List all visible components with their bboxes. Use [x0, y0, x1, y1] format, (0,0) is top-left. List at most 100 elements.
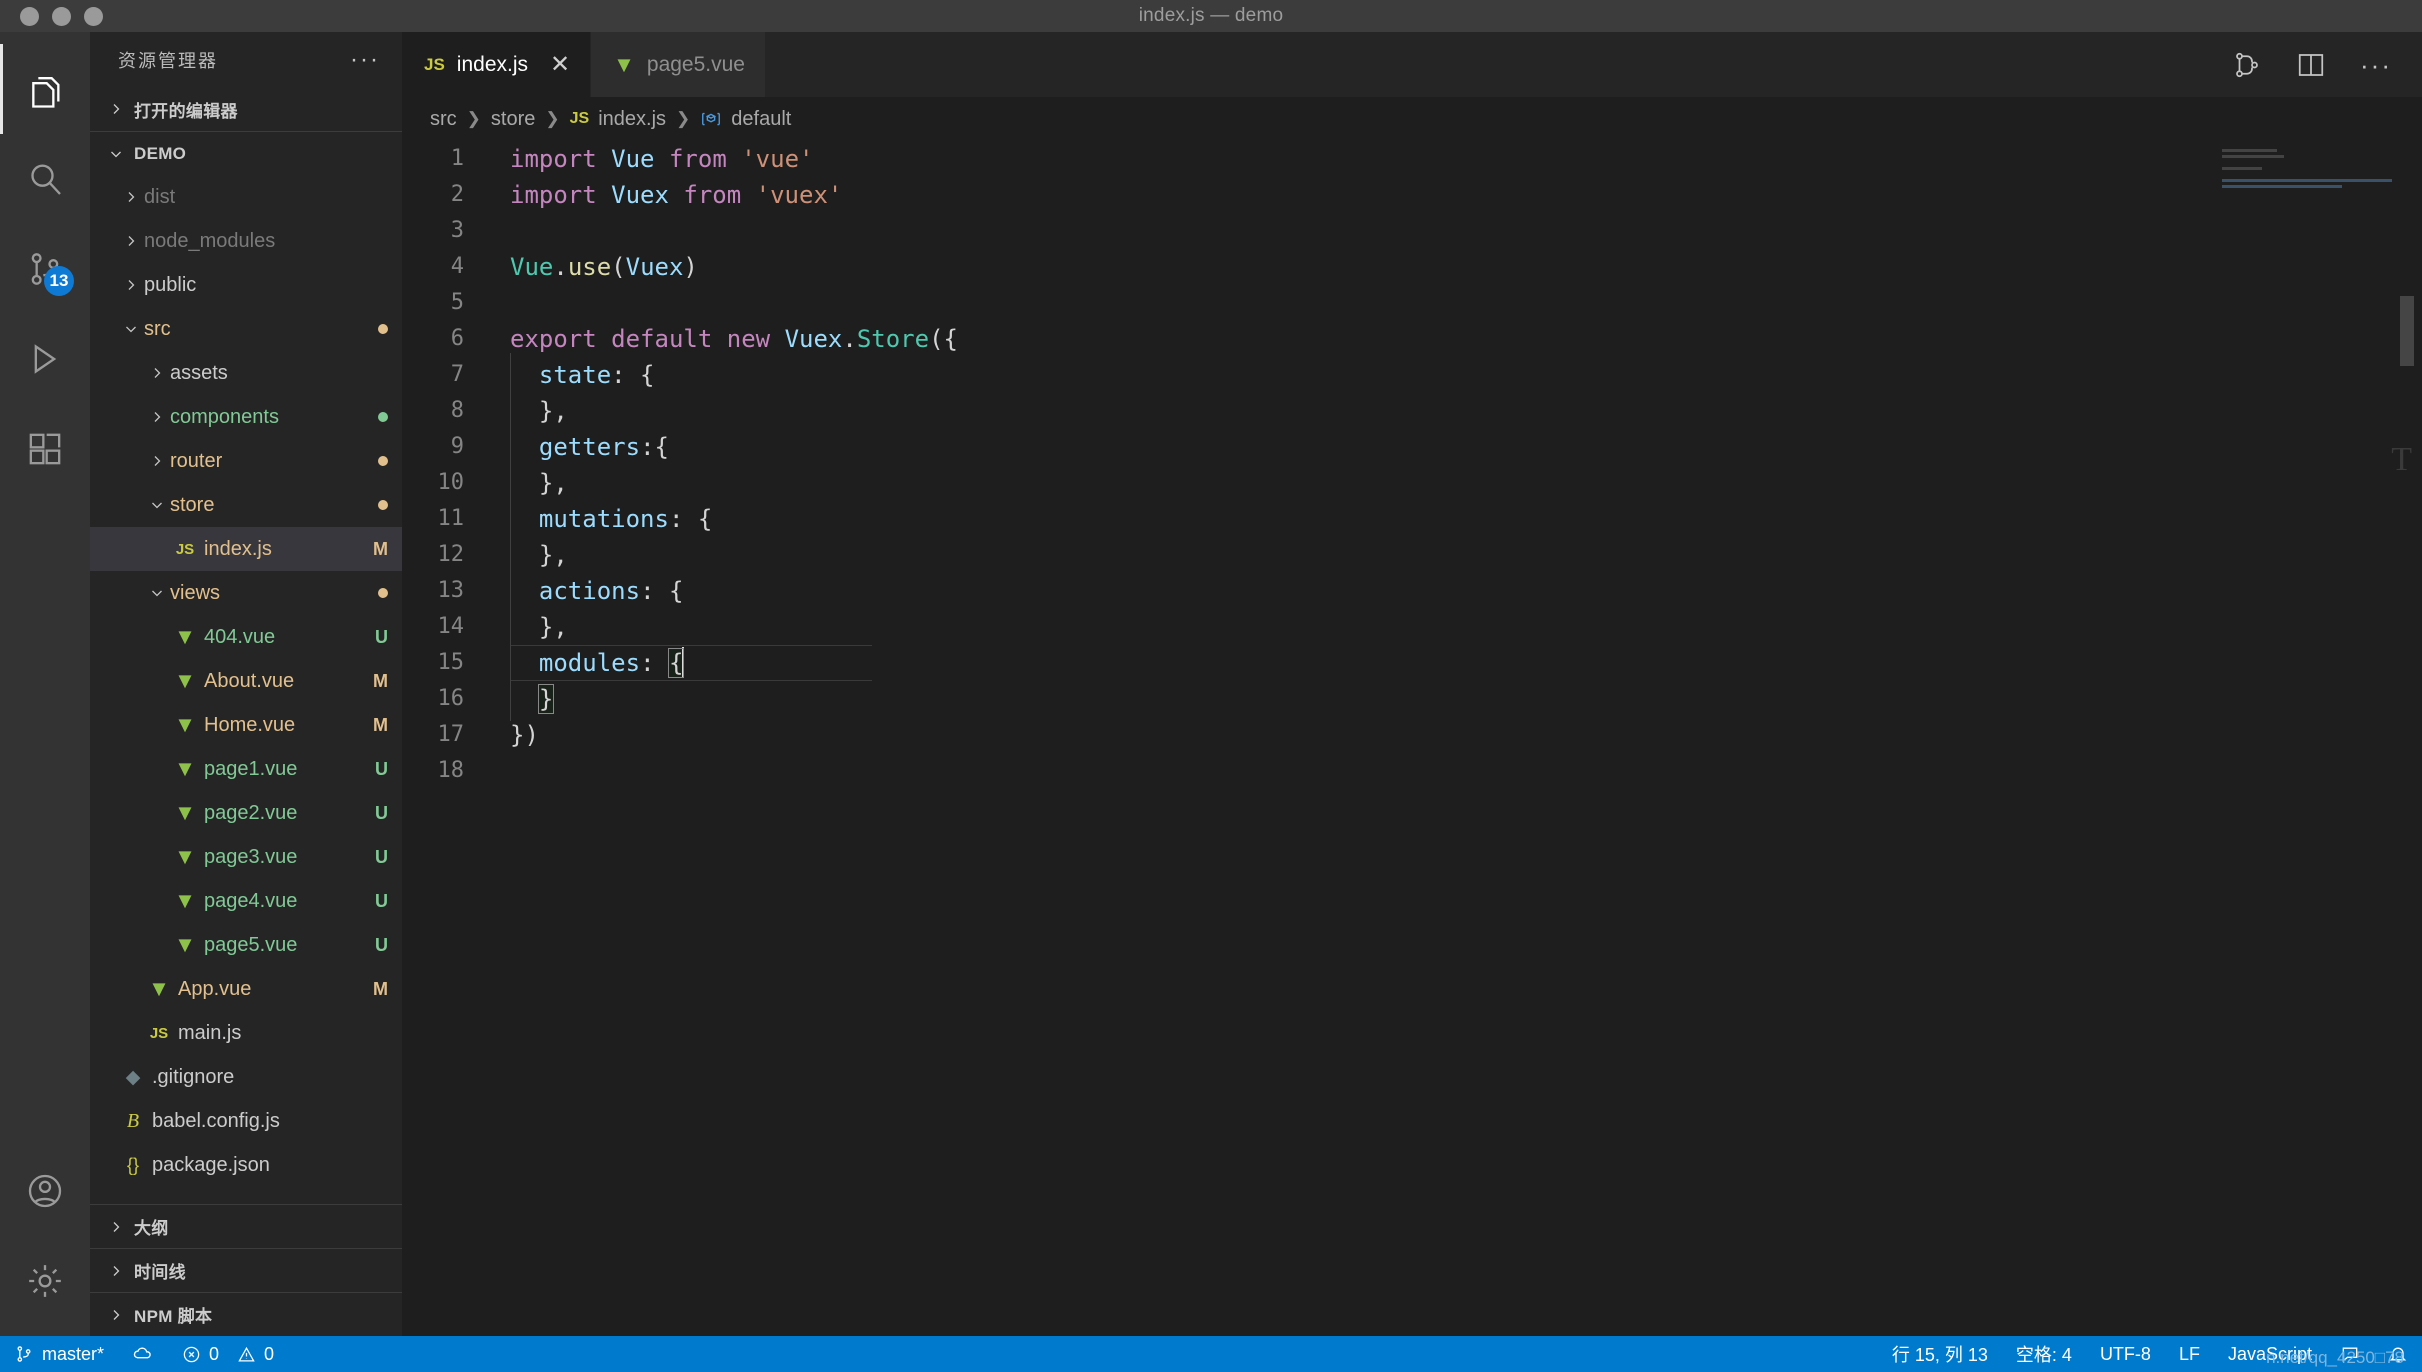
tree-item-404-vue[interactable]: ▼ 404.vue U: [90, 615, 402, 659]
code-line[interactable]: 16 }: [402, 677, 2422, 721]
activity-extensions[interactable]: [0, 404, 90, 494]
activity-run-debug[interactable]: [0, 314, 90, 404]
sidebar-more-icon[interactable]: ···: [350, 47, 380, 72]
tree-item--gitignore[interactable]: ◆ .gitignore: [90, 1055, 402, 1099]
code-line[interactable]: 10 },: [402, 461, 2422, 505]
tree-twisty[interactable]: [144, 453, 170, 469]
code-line[interactable]: 11 mutations: {: [402, 497, 2422, 541]
code-line[interactable]: 2 import Vuex from 'vuex': [402, 177, 2422, 213]
tree-item-public[interactable]: public: [90, 263, 402, 307]
code-token: },: [510, 541, 568, 569]
code-line[interactable]: 18: [402, 753, 2422, 789]
tree-item-dist[interactable]: dist: [90, 175, 402, 219]
section-timeline[interactable]: 时间线: [90, 1248, 402, 1292]
tree-item-label: .gitignore: [152, 1065, 235, 1088]
tree-item-page5-vue[interactable]: ▼ page5.vue U: [90, 923, 402, 967]
tab-list[interactable]: JS index.js ✕ ▼ page5.vue: [402, 32, 766, 97]
more-actions-icon[interactable]: ···: [2360, 52, 2392, 78]
code-line[interactable]: 17}): [402, 717, 2422, 753]
tree-item-About-vue[interactable]: ▼ About.vue M: [90, 659, 402, 703]
tree-twisty[interactable]: [144, 585, 170, 601]
status-cursor-position[interactable]: 行 15, 列 13: [1878, 1341, 2002, 1367]
status-language-mode[interactable]: JavaScript: [2214, 1344, 2326, 1365]
file-tree[interactable]: dist node_modules public src assets component…: [90, 175, 402, 1204]
tree-twisty[interactable]: [144, 497, 170, 513]
tree-item-components[interactable]: components: [90, 395, 402, 439]
activity-accounts[interactable]: [0, 1146, 90, 1236]
scrollbar-slider[interactable]: [2400, 296, 2414, 366]
tree-item-src[interactable]: src: [90, 307, 402, 351]
window-title: index.js — demo: [1138, 5, 1284, 26]
breadcrumb[interactable]: src ❯ store ❯ JS index.js ❯ default: [402, 97, 2422, 141]
tab-index-js[interactable]: JS index.js ✕: [402, 32, 592, 97]
tree-twisty[interactable]: [118, 277, 144, 293]
code-line[interactable]: 15 modules: {: [402, 641, 2422, 685]
code-line[interactable]: 1 import Vue from 'vue': [402, 141, 2422, 177]
activity-manage[interactable]: [0, 1236, 90, 1326]
section-outline-label: 大纲: [134, 1219, 169, 1238]
code-line[interactable]: 8 },: [402, 389, 2422, 433]
tree-twisty[interactable]: [144, 365, 170, 381]
code-line[interactable]: 14 },: [402, 605, 2422, 649]
tree-twisty[interactable]: [144, 409, 170, 425]
status-eol[interactable]: LF: [2165, 1344, 2214, 1365]
chevron-down-icon: [111, 151, 121, 157]
tree-item-babel-config-js[interactable]: Bbabel.config.js: [90, 1099, 402, 1143]
activity-search[interactable]: [0, 134, 90, 224]
tree-twisty[interactable]: [118, 321, 144, 337]
tree-item-page1-vue[interactable]: ▼ page1.vue U: [90, 747, 402, 791]
activity-explorer[interactable]: [0, 44, 90, 134]
status-sync[interactable]: [118, 1336, 168, 1372]
status-notifications[interactable]: [2374, 1344, 2422, 1364]
code-line[interactable]: 4 Vue.use(Vuex): [402, 249, 2422, 285]
section-project[interactable]: DEMO: [90, 131, 402, 175]
tree-item-App-vue[interactable]: ▼ App.vue M: [90, 967, 402, 1011]
tab-close-icon[interactable]: ✕: [550, 52, 570, 77]
breadcrumb-item-index-js[interactable]: JS index.js: [570, 108, 666, 131]
activity-source-control[interactable]: 13: [0, 224, 90, 314]
code-line[interactable]: 9 getters:{: [402, 425, 2422, 469]
line-number: 10: [437, 470, 465, 495]
section-outline[interactable]: 大纲: [90, 1204, 402, 1248]
tree-file-icon: ▼: [170, 844, 200, 870]
tree-item-main-js[interactable]: JS main.js: [90, 1011, 402, 1055]
code-line[interactable]: 12 },: [402, 533, 2422, 577]
tree-item-Home-vue[interactable]: ▼ Home.vue M: [90, 703, 402, 747]
status-indentation[interactable]: 空格: 4: [2002, 1341, 2086, 1367]
breadcrumb-item-store[interactable]: store: [491, 108, 535, 131]
tree-item-page3-vue[interactable]: ▼ page3.vue U: [90, 835, 402, 879]
tree-item-index-js[interactable]: JS index.js M: [90, 527, 402, 571]
code-line[interactable]: 13 actions: {: [402, 569, 2422, 613]
code-lines[interactable]: 1 import Vue from 'vue' 2 import Vuex from …: [402, 141, 2422, 789]
code-line[interactable]: 5: [402, 285, 2422, 321]
breadcrumb-item-default[interactable]: default: [700, 108, 791, 131]
tree-item-page4-vue[interactable]: ▼ page4.vue U: [90, 879, 402, 923]
status-branch[interactable]: master*: [0, 1336, 118, 1372]
section-npm-scripts[interactable]: NPM 脚本: [90, 1292, 402, 1336]
tree-item-assets[interactable]: assets: [90, 351, 402, 395]
code-line[interactable]: 3: [402, 213, 2422, 249]
tree-item-package-json[interactable]: {} package.json: [90, 1143, 402, 1187]
tree-item-router[interactable]: router: [90, 439, 402, 483]
split-editor-icon[interactable]: [2296, 50, 2326, 80]
code-line[interactable]: 6 export default new Vuex.Store({: [402, 321, 2422, 357]
code-line[interactable]: 7 state: {: [402, 353, 2422, 397]
tree-item-page2-vue[interactable]: ▼ page2.vue U: [90, 791, 402, 835]
tree-item-node_modules[interactable]: node_modules: [90, 219, 402, 263]
split-editor-merge-icon[interactable]: [2232, 50, 2262, 80]
chevron-right-icon: [154, 456, 161, 466]
tree-twisty[interactable]: [118, 189, 144, 205]
tree-item-views[interactable]: views: [90, 571, 402, 615]
code-editor[interactable]: 1 import Vue from 'vue' 2 import Vuex from …: [402, 141, 2422, 1336]
workbench: 13 资源管理器 ··· 打开的编辑器 DEMO dist node_modul…: [0, 32, 2422, 1336]
status-problems[interactable]: 0 0: [168, 1336, 288, 1372]
status-encoding[interactable]: UTF-8: [2086, 1344, 2165, 1365]
tree-twisty[interactable]: [118, 233, 144, 249]
status-feedback[interactable]: [2326, 1344, 2374, 1364]
breadcrumb-item-src[interactable]: src: [430, 108, 457, 131]
tree-item-store[interactable]: store: [90, 483, 402, 527]
section-open-editors[interactable]: 打开的编辑器: [90, 87, 402, 131]
chevron-right-icon: [154, 368, 161, 378]
minimap[interactable]: [2222, 149, 2402, 219]
tab-page5-vue[interactable]: ▼ page5.vue: [591, 32, 766, 97]
